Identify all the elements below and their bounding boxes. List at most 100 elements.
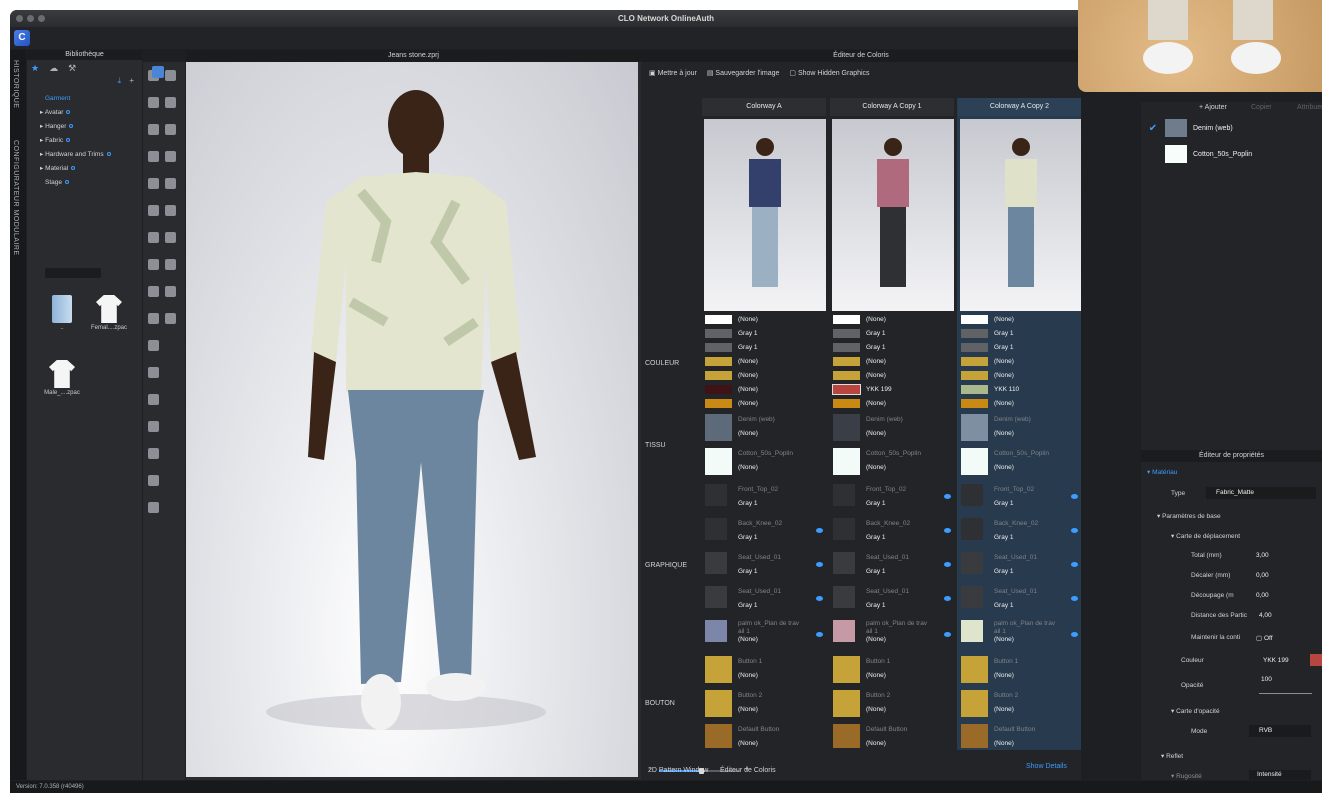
star-icon[interactable]: ★ bbox=[31, 63, 39, 74]
fit-tool-icon[interactable] bbox=[148, 313, 159, 324]
graphic-thumb[interactable] bbox=[961, 484, 983, 506]
avatar-scene[interactable] bbox=[186, 62, 638, 777]
colorway-copy1-header[interactable]: Colorway A Copy 1 bbox=[830, 98, 954, 116]
shirt-tool-icon[interactable] bbox=[148, 394, 159, 405]
graphic-thumb[interactable] bbox=[833, 552, 855, 574]
type-select[interactable]: Fabric_Matte bbox=[1206, 487, 1316, 499]
colorway-a-preview[interactable] bbox=[704, 119, 826, 311]
library-search-input[interactable] bbox=[45, 268, 101, 278]
file-female[interactable]: Femal....zpac bbox=[89, 295, 129, 331]
arrange-tool-icon[interactable] bbox=[165, 178, 176, 189]
add-icon[interactable]: + bbox=[129, 76, 134, 85]
color-swatch-button[interactable] bbox=[1310, 654, 1322, 666]
color-row[interactable]: Gray 1 bbox=[833, 342, 886, 354]
eye-icon[interactable] bbox=[1071, 632, 1078, 637]
tab-colorway-editor[interactable]: Éditeur de Coloris bbox=[720, 767, 776, 774]
avatar-tool-icon[interactable] bbox=[165, 313, 176, 324]
graphic-thumb-palm[interactable] bbox=[833, 620, 855, 642]
section-reflect[interactable]: ▾ Reflet bbox=[1161, 752, 1183, 760]
tab-2d-pattern[interactable]: 2D Pattern Window bbox=[648, 767, 708, 774]
color-row[interactable]: (None) bbox=[705, 314, 758, 326]
section-rugosity[interactable]: ▾ Rugosité bbox=[1171, 772, 1202, 780]
color-row[interactable]: (None) bbox=[705, 384, 758, 396]
graphic-thumb[interactable] bbox=[833, 518, 855, 540]
eye-icon[interactable] bbox=[944, 632, 951, 637]
zipper-tool-icon[interactable] bbox=[148, 232, 159, 243]
field-total-value[interactable]: 3,00 bbox=[1256, 552, 1269, 559]
graphic-thumb[interactable] bbox=[705, 552, 727, 574]
eye-icon[interactable] bbox=[816, 632, 823, 637]
eye-icon[interactable] bbox=[816, 596, 823, 601]
eye-icon[interactable] bbox=[1071, 528, 1078, 533]
color-row[interactable]: (None) bbox=[961, 398, 1014, 410]
texture-tool-icon[interactable] bbox=[165, 205, 176, 216]
color-row[interactable]: Gray 1 bbox=[961, 342, 1014, 354]
sewing-tool-icon[interactable] bbox=[165, 124, 176, 135]
button-thumb[interactable] bbox=[705, 656, 732, 683]
ruler-tool-icon[interactable] bbox=[165, 286, 176, 297]
intensity-select[interactable]: Intensité bbox=[1249, 770, 1311, 780]
color-row[interactable]: (None) bbox=[833, 314, 886, 326]
move-tool-icon[interactable] bbox=[165, 70, 176, 81]
graphic-thumb[interactable] bbox=[961, 586, 983, 608]
colorway-a-header[interactable]: Colorway A bbox=[702, 98, 826, 116]
color-row[interactable]: YKK 199 bbox=[832, 383, 892, 396]
fabric-thumb-poplin[interactable] bbox=[833, 448, 860, 475]
add-material-button[interactable]: + Ajouter bbox=[1199, 102, 1227, 114]
color-row[interactable]: Gray 1 bbox=[961, 328, 1014, 340]
tab-configurateur[interactable]: CONFIGURATEUR MODULAIRE bbox=[12, 140, 19, 256]
save-image-button[interactable]: ▤ Sauvegarder l'image bbox=[707, 69, 780, 77]
color-row[interactable]: (None) bbox=[705, 356, 758, 368]
clo-logo-icon[interactable]: C bbox=[14, 30, 30, 46]
color-row[interactable]: (None) bbox=[705, 370, 758, 382]
button-thumb[interactable] bbox=[961, 656, 988, 683]
eye-icon[interactable] bbox=[944, 562, 951, 567]
fabric-thumb-denim[interactable] bbox=[705, 414, 732, 441]
close-window-icon[interactable] bbox=[16, 15, 23, 22]
button-thumb[interactable] bbox=[961, 690, 988, 717]
eye-icon[interactable] bbox=[816, 528, 823, 533]
copy-material-button[interactable]: Copier bbox=[1251, 102, 1272, 114]
graphic-tool-icon[interactable] bbox=[148, 205, 159, 216]
pose-tool-icon[interactable] bbox=[148, 340, 159, 351]
tools-icon[interactable]: ⚒ bbox=[68, 63, 76, 74]
show-hidden-graphics-toggle[interactable]: ▢ Show Hidden Graphics bbox=[789, 69, 869, 77]
material-item-poplin[interactable]: Cotton_50s_Poplin bbox=[1141, 144, 1322, 164]
eye-icon[interactable] bbox=[1071, 562, 1078, 567]
graphic-thumb[interactable] bbox=[705, 518, 727, 540]
color-row[interactable]: (None) bbox=[705, 398, 758, 410]
update-button[interactable]: ▣ Mettre à jour bbox=[649, 69, 697, 77]
brush-tool-icon[interactable] bbox=[165, 151, 176, 162]
opacity-value[interactable]: 100 bbox=[1261, 676, 1272, 683]
section-displacement[interactable]: ▾ Carte de déplacement bbox=[1171, 532, 1240, 540]
assign-material-button[interactable]: Attribuer bbox=[1297, 102, 1322, 114]
color-row[interactable]: (None) bbox=[961, 356, 1014, 368]
button-thumb[interactable] bbox=[833, 690, 860, 717]
graphic-thumb-palm[interactable] bbox=[705, 620, 727, 642]
field-distance-value[interactable]: 4,00 bbox=[1259, 612, 1272, 619]
section-material[interactable]: ▾ Matériau bbox=[1147, 468, 1177, 476]
button-tool-icon[interactable] bbox=[148, 259, 159, 270]
section-opacity-map[interactable]: ▾ Carte d'opacité bbox=[1171, 707, 1220, 715]
tree-item-stage[interactable]: Stage bbox=[27, 176, 142, 190]
tree-item-garment[interactable]: Garment bbox=[27, 92, 142, 106]
color-row[interactable]: (None) bbox=[961, 370, 1014, 382]
file-folder-up[interactable]: .. bbox=[42, 295, 82, 331]
colorway-copy2-header[interactable]: Colorway A Copy 2 bbox=[958, 98, 1081, 116]
button-thumb[interactable] bbox=[961, 724, 988, 748]
button-thumb[interactable] bbox=[705, 690, 732, 717]
fold-tool-icon[interactable] bbox=[148, 124, 159, 135]
tape-tool-icon[interactable] bbox=[165, 232, 176, 243]
keep-continuity-toggle[interactable]: ▢ Off bbox=[1256, 634, 1273, 642]
graphic-thumb-palm[interactable] bbox=[961, 620, 983, 642]
tree-item-avatar[interactable]: ▸ Avatar bbox=[27, 106, 142, 120]
opacity-slider[interactable] bbox=[1259, 693, 1312, 694]
eye-icon[interactable] bbox=[816, 562, 823, 567]
fabric-thumb-poplin[interactable] bbox=[961, 448, 988, 475]
graphic-thumb[interactable] bbox=[961, 552, 983, 574]
hanger-tool-icon[interactable] bbox=[148, 178, 159, 189]
eye-icon[interactable] bbox=[944, 528, 951, 533]
fold2-tool-icon[interactable] bbox=[148, 502, 159, 513]
graphic-thumb[interactable] bbox=[833, 586, 855, 608]
zoom-window-icon[interactable] bbox=[38, 15, 45, 22]
